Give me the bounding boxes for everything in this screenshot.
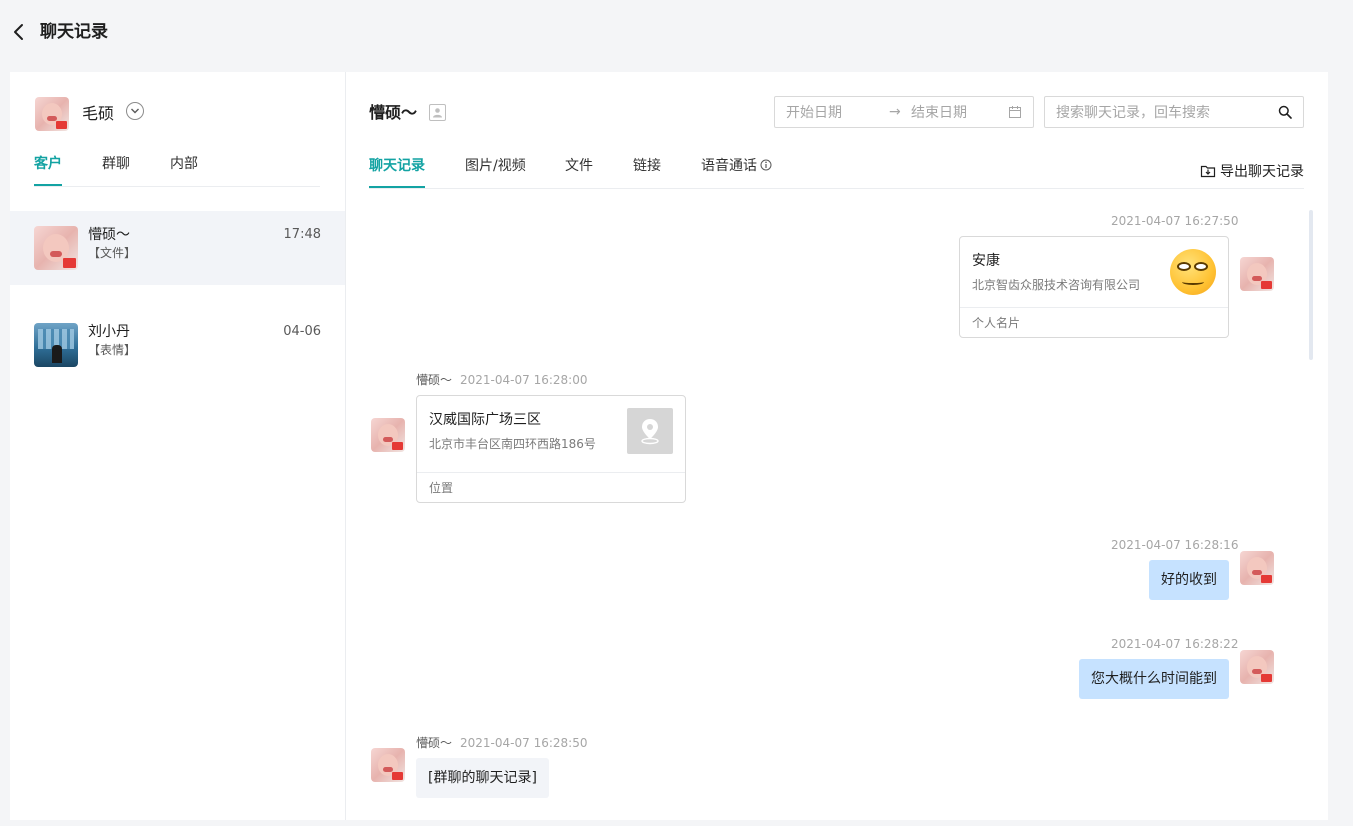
location-pin-icon	[641, 419, 659, 445]
info-icon[interactable]	[760, 159, 772, 171]
message-timestamp: 2021-04-07 16:28:50	[460, 736, 588, 750]
owner-switch-button[interactable]	[126, 102, 144, 120]
tab-internal[interactable]: 内部	[170, 154, 198, 174]
message-timestamp: 2021-04-07 16:28:16	[1111, 538, 1239, 552]
message-timestamp: 2021-04-07 16:28:22	[1111, 637, 1239, 651]
conversation-preview: 【表情】	[88, 343, 137, 357]
tab-active-indicator	[34, 184, 62, 186]
calendar-icon[interactable]	[1008, 105, 1022, 119]
export-icon	[1200, 165, 1216, 178]
export-chat-button[interactable]: 导出聊天记录	[1200, 162, 1304, 182]
tab-links[interactable]: 链接	[633, 156, 661, 176]
message-sender-line: 懵硕～ 2021-04-07 16:28:00	[416, 372, 587, 388]
message-timestamp: 2021-04-07 16:28:00	[460, 373, 588, 387]
location-name: 汉威国际广场三区	[429, 412, 541, 428]
card-type-label: 位置	[429, 481, 454, 495]
conversation-item[interactable]: 懵硕～ 【文件】 17:48	[10, 211, 345, 285]
chevron-down-icon	[131, 108, 139, 114]
my-avatar	[1240, 551, 1274, 585]
conversation-preview: 【文件】	[88, 246, 137, 260]
tab-files[interactable]: 文件	[565, 156, 593, 176]
contact-profile-button[interactable]	[429, 104, 446, 121]
card-type-label: 个人名片	[972, 316, 1021, 330]
chat-content-tabs: 聊天记录 图片/视频 文件 链接 语音通话 导出聊天记录	[369, 150, 1304, 189]
person-icon	[433, 108, 442, 118]
message-sender-line: 懵硕～ 2021-04-07 16:28:50	[416, 735, 587, 751]
back-arrow-icon[interactable]	[12, 22, 26, 42]
message-bubble-incoming[interactable]: [群聊的聊天记录]	[416, 758, 549, 798]
tab-chat-history[interactable]: 聊天记录	[369, 156, 425, 176]
card-contact-company: 北京智齿众服技术咨询有限公司	[972, 278, 1141, 292]
tab-images-videos[interactable]: 图片/视频	[465, 156, 526, 176]
contact-avatar	[34, 226, 78, 270]
map-thumbnail	[627, 408, 673, 454]
start-date-input[interactable]	[786, 101, 882, 123]
top-bar: 聊天记录	[0, 0, 1353, 64]
chat-scrollbar[interactable]	[1309, 210, 1313, 360]
card-footer: 位置	[417, 472, 685, 502]
chat-search[interactable]	[1044, 96, 1304, 128]
owner-avatar	[35, 97, 69, 131]
message-timestamp: 2021-04-07 16:27:50	[1111, 214, 1239, 228]
date-range-picker[interactable]: →	[774, 96, 1034, 128]
location-address: 北京市丰台区南四环西路186号	[429, 437, 596, 451]
main-panel: 毛硕 客户 群聊 内部 懵硕～ 【文件】 17:48 刘小丹 【表情】 04-0…	[10, 72, 1328, 820]
conversation-time: 17:48	[283, 227, 321, 242]
conversation-sidebar: 毛硕 客户 群聊 内部 懵硕～ 【文件】 17:48 刘小丹 【表情】 04-0…	[10, 72, 346, 820]
conversation-item[interactable]: 刘小丹 【表情】 04-06	[10, 308, 345, 382]
my-avatar	[1240, 257, 1274, 291]
page-title: 聊天记录	[40, 22, 108, 42]
tab-group-chats[interactable]: 群聊	[102, 154, 130, 174]
chat-title: 懵硕～	[369, 103, 418, 122]
location-message[interactable]: 汉威国际广场三区 北京市丰台区南四环西路186号 位置	[416, 395, 686, 503]
contact-card-message[interactable]: 安康 北京智齿众服技术咨询有限公司 个人名片	[959, 236, 1229, 338]
owner-name: 毛硕	[82, 104, 115, 123]
date-range-arrow: →	[889, 104, 901, 120]
chat-search-input[interactable]	[1056, 101, 1266, 123]
card-footer: 个人名片	[960, 307, 1228, 337]
my-avatar	[1240, 650, 1274, 684]
tab-voice-calls-label: 语音通话	[701, 158, 757, 174]
export-chat-label: 导出聊天记录	[1220, 164, 1304, 180]
tab-active-indicator	[369, 186, 425, 188]
conversation-name: 刘小丹	[88, 324, 130, 340]
conversation-time: 04-06	[283, 324, 321, 339]
card-contact-avatar	[1170, 249, 1216, 295]
contact-avatar	[371, 748, 405, 782]
tab-voice-calls[interactable]: 语音通话	[701, 156, 772, 176]
contact-avatar	[34, 323, 78, 367]
card-contact-name: 安康	[972, 253, 1000, 269]
message-bubble-outgoing[interactable]: 您大概什么时间能到	[1079, 659, 1229, 699]
tab-customers[interactable]: 客户	[34, 154, 62, 174]
message-sender: 懵硕～	[416, 373, 453, 387]
message-bubble-outgoing[interactable]: 好的收到	[1149, 560, 1229, 600]
search-icon[interactable]	[1278, 105, 1292, 119]
end-date-input[interactable]	[911, 101, 1003, 123]
contact-avatar	[371, 418, 405, 452]
message-sender: 懵硕～	[416, 736, 453, 750]
chat-panel: 懵硕～ → 聊天记录	[347, 72, 1328, 820]
conversation-name: 懵硕～	[88, 227, 130, 243]
contact-type-tabs: 客户 群聊 内部	[34, 150, 320, 187]
